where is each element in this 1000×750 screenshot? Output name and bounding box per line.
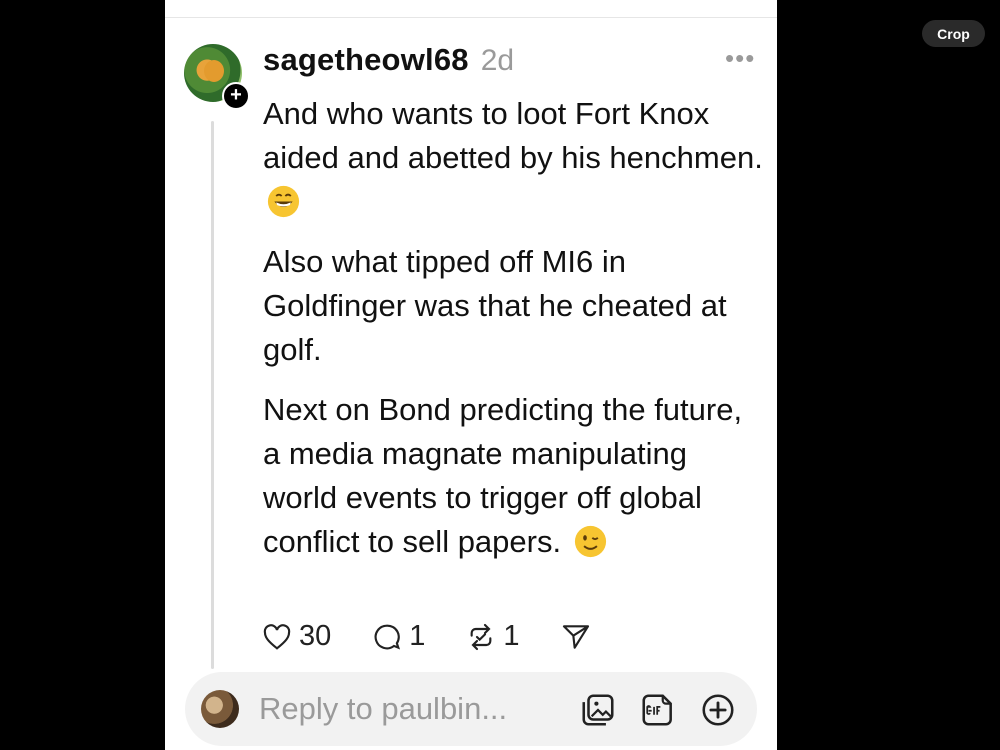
post-header: sagetheowl68 2d: [263, 42, 514, 82]
add-circle-icon[interactable]: [699, 691, 737, 729]
reply-bar[interactable]: Reply to paulbin...: [185, 672, 757, 746]
like-count: 30: [299, 620, 332, 652]
gif-icon[interactable]: [639, 691, 677, 729]
like-button[interactable]: 30: [261, 620, 331, 653]
grinning-face-emoji: [267, 185, 300, 218]
share-button[interactable]: [560, 621, 592, 653]
send-icon: [562, 624, 589, 649]
post-card: + sagetheowl68 2d ••• And who wants to l…: [165, 0, 777, 750]
post-paragraph: And who wants to loot Fort Knox aided an…: [263, 92, 763, 224]
comment-count: 1: [409, 620, 426, 652]
thread-line: [211, 121, 214, 669]
paragraph-text: Next on Bond predicting the future, a me…: [263, 392, 743, 559]
post-actions: 30 1 1: [261, 620, 632, 653]
comment-button[interactable]: 1: [371, 620, 425, 653]
more-horizontal-icon[interactable]: •••: [725, 45, 754, 76]
avatar-owl-figure: [204, 60, 224, 82]
heart-icon: [263, 623, 291, 650]
repost-button[interactable]: 1: [465, 620, 520, 653]
repost-count: 1: [503, 620, 520, 652]
comment-icon: [374, 624, 401, 649]
crop-button[interactable]: Crop: [922, 20, 985, 47]
gallery-icon[interactable]: [579, 691, 617, 729]
paragraph-text: Also what tipped off MI6 in Goldfinger w…: [263, 244, 727, 367]
winking-face-emoji: [574, 525, 606, 558]
timestamp: 2d: [480, 44, 515, 77]
repost-icon: [471, 623, 492, 650]
post-paragraph: Also what tipped off MI6 in Goldfinger w…: [263, 240, 763, 372]
paragraph-text: And who wants to loot Fort Knox aided an…: [263, 96, 763, 175]
post-paragraph: Next on Bond predicting the future, a me…: [263, 388, 763, 564]
username[interactable]: sagetheowl68: [263, 42, 469, 78]
reply-actions: [579, 691, 737, 729]
post-body: And who wants to loot Fort Knox aided an…: [263, 92, 763, 580]
follow-plus-icon[interactable]: +: [222, 82, 250, 110]
divider: [165, 17, 777, 18]
reply-input[interactable]: Reply to paulbin...: [259, 691, 507, 727]
reply-avatar: [201, 690, 239, 728]
